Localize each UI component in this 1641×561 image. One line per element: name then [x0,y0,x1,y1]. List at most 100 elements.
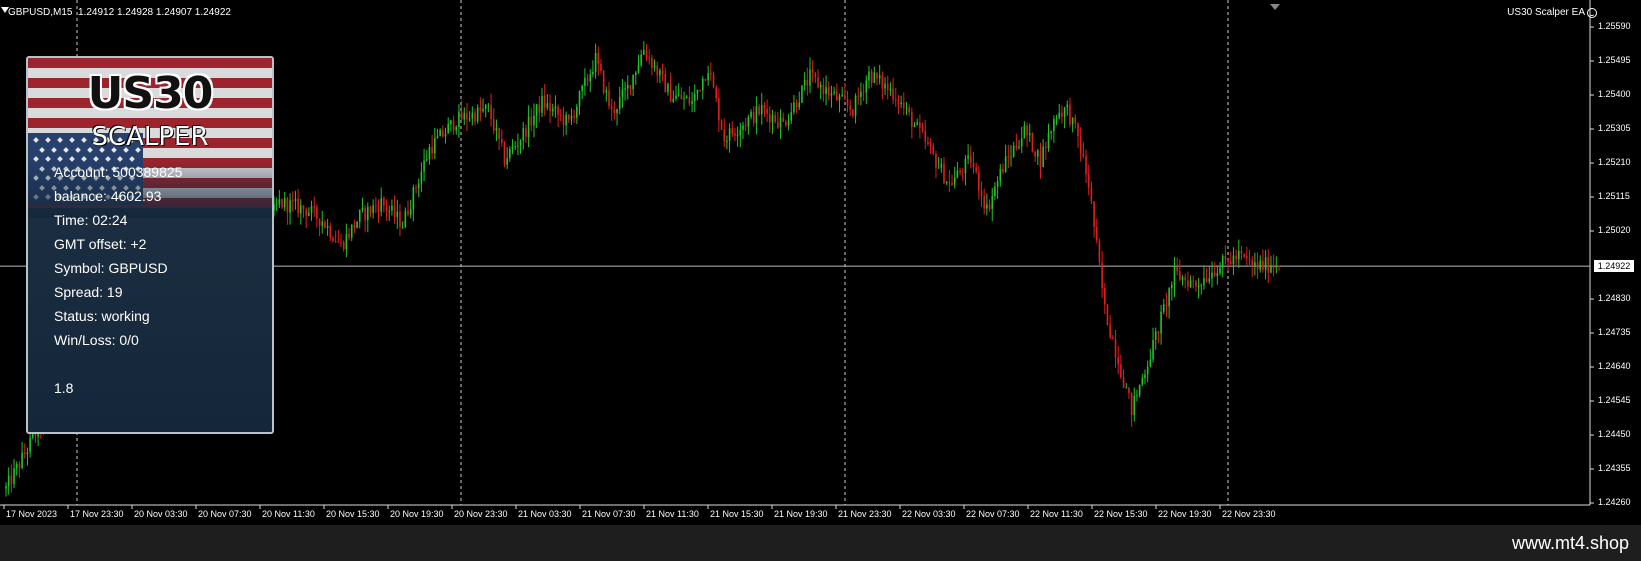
smiley-icon[interactable] [1587,8,1597,18]
candle-body [643,50,645,55]
candle-body [685,96,688,99]
candle-body [1235,255,1237,260]
candle-body [434,138,436,154]
candle-body [787,120,790,126]
time-label: 21 Nov 07:30 [582,509,636,519]
candle-body [455,126,458,131]
candle-body [1173,266,1176,285]
candle-body [618,96,621,109]
candle-body [720,120,723,130]
candle-body [640,54,642,66]
candle-body [1216,273,1219,277]
candle-body [283,198,286,207]
candle-body [517,145,519,147]
candle-body [578,91,581,107]
candle-body [854,95,857,116]
time-label: 21 Nov 15:30 [710,509,764,519]
candle-body [350,224,353,238]
candle-body [876,72,878,79]
candle-body [300,205,302,214]
candle-body [375,205,377,207]
candle-body [892,89,894,100]
candle-body [827,87,830,96]
candle-body [364,207,366,221]
candle-body [1117,357,1119,365]
candle-body [1063,107,1066,117]
price-label: 1.25305 [1598,123,1631,133]
gmt-offset-info: GMT offset: +2 [54,236,147,252]
candle-body [1122,377,1125,388]
candle-body [744,125,747,127]
account-info: Account: 500389825 [54,164,183,180]
candle-body [1160,311,1162,334]
candle-body [921,128,924,132]
candle-body [471,112,474,119]
candle-body [978,171,980,191]
candle-body [723,129,726,142]
time-label: 21 Nov 19:30 [774,509,828,519]
candle-body [1133,395,1136,415]
candle-body [1125,387,1128,389]
candle-body [425,159,428,161]
price-label: 1.25020 [1598,225,1631,235]
candle-body [760,104,763,115]
candle-body [1270,266,1272,273]
candle-body [782,117,784,122]
candle-body [838,96,841,101]
candle-body [1069,104,1071,125]
price-label: 1.25400 [1598,89,1631,99]
candle-body [32,433,34,438]
candle-body [795,102,798,108]
candle-body [326,225,329,228]
price-label: 1.25115 [1598,191,1630,201]
candle-body [377,206,380,212]
candle-body [1176,266,1178,272]
candle-body [291,200,294,202]
candle-body [1243,253,1245,257]
candle-body [999,169,1002,182]
candle-body [1082,153,1085,157]
candle-body [367,206,369,221]
candle-body [1020,138,1023,147]
shift-marker[interactable] [1270,4,1280,10]
candle-body [337,241,340,243]
candle-body [983,196,985,209]
ea-info-panel: US30 SCALPER Account: 500389825 balance:… [26,56,274,434]
candle-body [420,171,423,184]
candle-body [900,102,902,105]
candle-body [648,57,650,59]
candle-body [444,133,447,137]
candle-body [718,98,720,121]
time-label: 22 Nov 07:30 [966,509,1020,519]
candle-body [680,94,683,100]
candle-body [1246,256,1248,259]
candle-body [865,80,868,93]
candle-body [1138,384,1141,396]
candle-body [702,78,704,91]
candle-body [562,114,565,126]
candle-body [460,111,463,120]
candle-body [321,221,324,226]
candle-body [956,170,959,178]
chart-window[interactable]: GBPUSD,M15 1.24912 1.24928 1.24907 1.249… [0,0,1641,525]
candle-body [447,123,449,134]
candle-body [592,71,594,75]
candle-body [487,104,490,106]
candle-body [635,72,637,75]
candle-body [672,98,675,103]
candle-body [15,463,18,469]
candle-body [897,99,900,105]
candle-body [519,140,522,146]
candle-body [329,225,332,238]
candle-body [771,115,774,123]
candle-body [1066,104,1069,108]
candle-body [951,182,953,185]
time-label: 17 Nov 23:30 [70,509,124,519]
time-label: 22 Nov 03:30 [902,509,956,519]
candle-body [551,108,554,112]
candle-body [659,70,661,76]
candle-body [1205,278,1208,282]
candle-body [645,50,648,58]
candle-body [305,209,307,216]
candle-body [667,83,669,93]
